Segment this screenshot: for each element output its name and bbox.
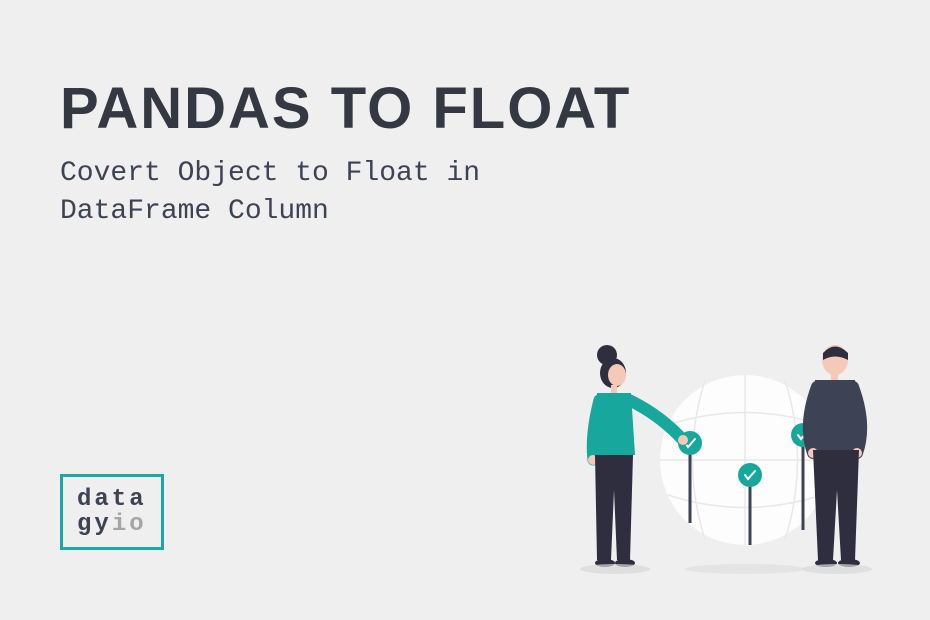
subtitle-line-2: DataFrame Column — [60, 196, 329, 227]
person-man-illustration — [808, 345, 862, 567]
hero-illustration — [535, 305, 895, 585]
page-title: PANDAS TO FLOAT — [60, 75, 631, 142]
page-subtitle: Covert Object to Float in DataFrame Colu… — [60, 155, 480, 231]
logo-line-2: gyio — [77, 512, 147, 537]
subtitle-line-1: Covert Object to Float in — [60, 158, 480, 189]
datagy-logo: data gyio — [60, 474, 164, 550]
logo-line-1: data — [77, 487, 147, 512]
